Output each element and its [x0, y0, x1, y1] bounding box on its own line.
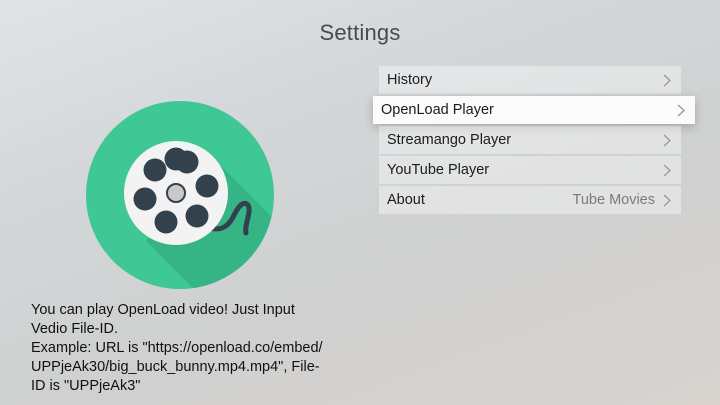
description-text: You can play OpenLoad video! Just Input …: [31, 302, 323, 394]
menu-item-label: About: [387, 192, 425, 208]
page-title: Settings: [319, 20, 401, 45]
settings-menu: History OpenLoad Player Streamango Playe…: [373, 66, 695, 216]
menu-item-value: Tube Movies: [572, 192, 655, 208]
menu-item-openload-player[interactable]: OpenLoad Player: [373, 96, 695, 124]
menu-item-label: Streamango Player: [387, 132, 512, 148]
reel-hole: [143, 158, 167, 182]
menu-item-history[interactable]: History: [379, 66, 681, 94]
reel-hole: [185, 204, 209, 228]
menu-item-label: YouTube Player: [387, 162, 490, 178]
chevron-right-icon: [663, 73, 671, 87]
reel-hole: [195, 174, 219, 198]
menu-item-youtube-player[interactable]: YouTube Player: [379, 156, 681, 184]
menu-item-label: History: [387, 72, 433, 88]
menu-item-about[interactable]: About Tube Movies: [379, 186, 681, 214]
menu-item-streamango-player[interactable]: Streamango Player: [379, 126, 681, 154]
reel-hub: [166, 183, 186, 203]
film-reel-icon: [86, 101, 274, 289]
chevron-right-icon: [663, 133, 671, 147]
menu-item-label: OpenLoad Player: [381, 102, 494, 118]
chevron-right-icon: [663, 163, 671, 177]
chevron-right-icon: [677, 103, 685, 117]
reel-hole: [154, 210, 178, 234]
reel-hole: [133, 187, 157, 211]
chevron-right-icon: [663, 193, 671, 207]
reel-hole: [175, 150, 199, 174]
